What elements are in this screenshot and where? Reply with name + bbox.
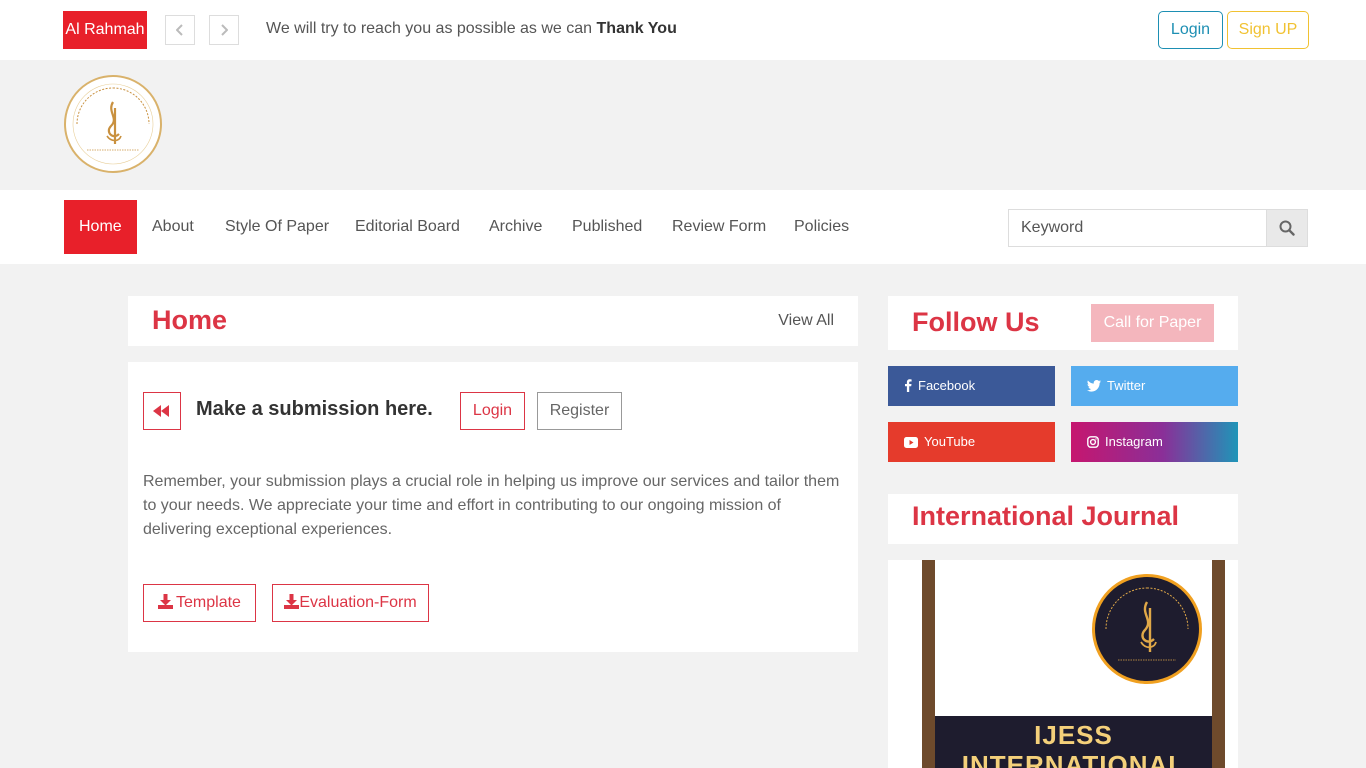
top-bar: Al Rahmah We will try to reach you as po… bbox=[0, 0, 1366, 60]
foundation-seal-icon bbox=[1092, 574, 1202, 684]
nav-published[interactable]: Published bbox=[572, 200, 642, 254]
backward-icon bbox=[153, 405, 169, 417]
login-button[interactable]: Login bbox=[1158, 11, 1223, 49]
twitter-link[interactable]: Twitter bbox=[1071, 366, 1238, 406]
template-label: Template bbox=[176, 594, 241, 611]
view-all-link[interactable]: View All bbox=[778, 312, 834, 330]
cover-page: IJESS INTERNATIONAL bbox=[935, 560, 1212, 768]
search-icon bbox=[1279, 220, 1295, 236]
home-header-panel: Home View All bbox=[128, 296, 858, 346]
twitter-icon bbox=[1087, 380, 1101, 392]
submission-label: Make a submission here. bbox=[196, 398, 433, 420]
cover-title-line1: IJESS bbox=[1034, 720, 1113, 750]
submission-panel: Make a submission here. Login Register R… bbox=[128, 362, 858, 652]
chevron-right-icon bbox=[221, 24, 229, 36]
header bbox=[0, 60, 1366, 190]
download-icon bbox=[158, 594, 174, 609]
facebook-label: Facebook bbox=[918, 378, 976, 393]
template-download-button[interactable]: Template bbox=[143, 584, 256, 622]
twitter-label: Twitter bbox=[1107, 378, 1146, 393]
chevron-left-icon bbox=[175, 24, 183, 36]
nav-archive[interactable]: Archive bbox=[489, 200, 542, 254]
back-button[interactable] bbox=[143, 392, 181, 430]
download-icon bbox=[284, 594, 300, 609]
youtube-icon bbox=[904, 437, 918, 448]
cover-title-line2: INTERNATIONAL bbox=[961, 750, 1186, 768]
ticker-next-button[interactable] bbox=[209, 15, 239, 45]
nav-review-form[interactable]: Review Form bbox=[672, 200, 766, 254]
submission-description: Remember, your submission plays a crucia… bbox=[143, 473, 840, 538]
search-input[interactable] bbox=[1009, 210, 1267, 246]
nav-style-of-paper[interactable]: Style Of Paper bbox=[225, 200, 329, 254]
follow-us-panel: Follow Us Call for Paper bbox=[888, 296, 1238, 350]
brand-badge[interactable]: Al Rahmah bbox=[63, 11, 147, 49]
nav-editorial-board[interactable]: Editorial Board bbox=[355, 200, 460, 254]
page-title: Home bbox=[152, 305, 228, 335]
nav-home[interactable]: Home bbox=[64, 200, 137, 254]
journal-cover-panel: IJESS INTERNATIONAL bbox=[888, 560, 1238, 768]
cover-title-band: IJESS INTERNATIONAL bbox=[935, 716, 1212, 768]
signup-button[interactable]: Sign UP bbox=[1227, 11, 1309, 49]
instagram-label: Instagram bbox=[1105, 434, 1163, 449]
facebook-icon bbox=[905, 379, 912, 392]
search-box bbox=[1008, 209, 1308, 247]
evaluation-form-label: Evaluation-Form bbox=[299, 594, 417, 611]
foundation-logo[interactable] bbox=[63, 74, 163, 174]
main-nav: Home About Style Of Paper Editorial Boar… bbox=[0, 190, 1366, 264]
submission-register-button[interactable]: Register bbox=[537, 392, 622, 430]
instagram-icon bbox=[1087, 436, 1099, 448]
youtube-link[interactable]: YouTube bbox=[888, 422, 1055, 462]
ticker-prev-button[interactable] bbox=[165, 15, 195, 45]
international-journal-title: International Journal bbox=[912, 501, 1180, 531]
search-button[interactable] bbox=[1266, 210, 1307, 246]
ticker-emphasis: Thank You bbox=[596, 20, 677, 37]
youtube-label: YouTube bbox=[924, 434, 976, 449]
evaluation-form-download-button[interactable]: Evaluation-Form bbox=[272, 584, 429, 622]
ticker-text: We will try to reach you as possible as … bbox=[266, 20, 677, 38]
ticker-message: We will try to reach you as possible as … bbox=[266, 20, 593, 37]
call-for-paper-button[interactable]: Call for Paper bbox=[1091, 304, 1214, 342]
instagram-link[interactable]: Instagram bbox=[1071, 422, 1238, 462]
nav-policies[interactable]: Policies bbox=[794, 200, 849, 254]
journal-cover-image[interactable]: IJESS INTERNATIONAL bbox=[922, 560, 1225, 768]
nav-about[interactable]: About bbox=[152, 200, 194, 254]
submission-login-button[interactable]: Login bbox=[460, 392, 525, 430]
international-journal-panel: International Journal bbox=[888, 494, 1238, 544]
follow-us-title: Follow Us bbox=[912, 307, 1040, 337]
facebook-link[interactable]: Facebook bbox=[888, 366, 1055, 406]
